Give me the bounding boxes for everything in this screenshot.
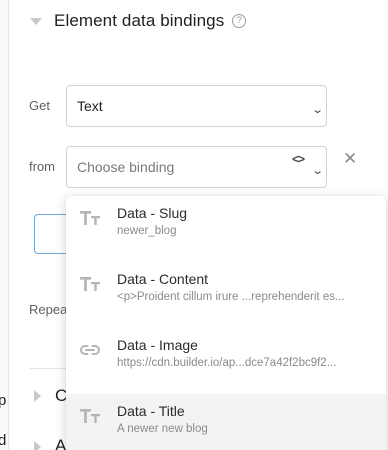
collapsed-section-title[interactable]: A xyxy=(55,436,66,450)
left-panel-edge xyxy=(0,0,9,450)
from-label: from xyxy=(29,159,55,174)
binding-select[interactable]: Choose binding <> ⌄ xyxy=(66,146,327,188)
get-select[interactable]: Text ⌄ xyxy=(66,85,327,127)
chevron-down-icon: ⌄ xyxy=(310,104,324,116)
section-title: Element data bindings xyxy=(54,11,225,30)
link-icon xyxy=(79,340,101,360)
code-icon[interactable]: <> xyxy=(292,152,305,166)
option-subtitle: newer_blog xyxy=(117,225,177,237)
option-subtitle: https://cdn.builder.io/ap...dce7a42f2bc9… xyxy=(117,357,337,369)
expand-triangle-icon[interactable] xyxy=(30,18,42,25)
option-subtitle: A newer new blog xyxy=(117,423,208,435)
option-title: Data - Slug xyxy=(117,205,188,221)
text-type-icon xyxy=(79,274,101,294)
section-header[interactable]: Element data bindings ? xyxy=(30,10,247,32)
option-subtitle: <p>Proident cillum irure ...reprehenderi… xyxy=(117,291,345,303)
text-type-icon xyxy=(79,406,101,426)
binding-dropdown-menu: Data - Slug newer_blog Data - Content <p… xyxy=(66,196,386,450)
get-label: Get xyxy=(29,98,50,113)
chevron-down-icon: ⌄ xyxy=(310,165,324,177)
binding-option-content[interactable]: Data - Content <p>Proident cillum irure … xyxy=(66,262,386,318)
binding-option-title[interactable]: Data - Title A newer new blog xyxy=(66,394,386,450)
clipped-text-fragment: p xyxy=(0,392,7,409)
close-icon[interactable]: ✕ xyxy=(343,149,357,169)
option-title: Data - Image xyxy=(117,337,198,353)
text-type-icon xyxy=(79,208,101,228)
help-icon[interactable]: ? xyxy=(232,14,247,28)
binding-select-placeholder: Choose binding xyxy=(77,159,175,175)
divider xyxy=(30,368,70,369)
binding-option-image[interactable]: Data - Image https://cdn.builder.io/ap..… xyxy=(66,328,386,384)
collapse-triangle-icon[interactable] xyxy=(34,390,41,402)
clipped-text-fragment: d xyxy=(0,432,7,449)
repeat-label: Repea xyxy=(29,302,68,317)
get-select-value: Text xyxy=(77,98,103,114)
option-title: Data - Title xyxy=(117,403,185,419)
binding-option-slug[interactable]: Data - Slug newer_blog xyxy=(66,196,386,252)
option-title: Data - Content xyxy=(117,271,209,287)
collapse-triangle-icon[interactable] xyxy=(34,441,41,450)
